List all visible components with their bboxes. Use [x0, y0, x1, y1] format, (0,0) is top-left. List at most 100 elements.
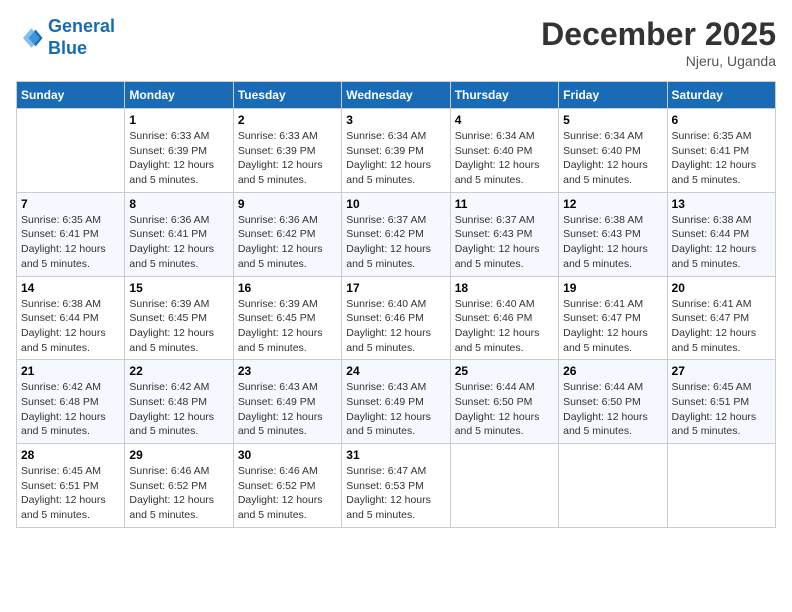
calendar-day-cell: 30Sunrise: 6:46 AMSunset: 6:52 PMDayligh… [233, 444, 341, 528]
calendar-table: SundayMondayTuesdayWednesdayThursdayFrid… [16, 81, 776, 528]
day-info: Sunrise: 6:43 AMSunset: 6:49 PMDaylight:… [238, 380, 337, 439]
day-info: Sunrise: 6:36 AMSunset: 6:41 PMDaylight:… [129, 213, 228, 272]
day-number: 21 [21, 364, 120, 378]
calendar-body: 1 Sunrise: 6:33 AMSunset: 6:39 PMDaylight… [17, 109, 776, 528]
weekday-header-cell: Wednesday [342, 82, 450, 109]
calendar-day-cell: 19Sunrise: 6:41 AMSunset: 6:47 PMDayligh… [559, 276, 667, 360]
weekday-header-cell: Monday [125, 82, 233, 109]
day-info: Sunrise: 6:45 AMSunset: 6:51 PMDaylight:… [672, 380, 771, 439]
calendar-day-cell: 22Sunrise: 6:42 AMSunset: 6:48 PMDayligh… [125, 360, 233, 444]
day-number: 8 [129, 197, 228, 211]
calendar-day-cell: 26Sunrise: 6:44 AMSunset: 6:50 PMDayligh… [559, 360, 667, 444]
day-number: 13 [672, 197, 771, 211]
calendar-day-cell [17, 109, 125, 193]
calendar-day-cell [667, 444, 775, 528]
day-info: Sunrise: 6:45 AMSunset: 6:51 PMDaylight:… [21, 464, 120, 523]
day-info: Sunrise: 6:33 AMSunset: 6:39 PMDaylight:… [238, 129, 337, 188]
day-info: Sunrise: 6:40 AMSunset: 6:46 PMDaylight:… [455, 297, 554, 356]
weekday-header-cell: Tuesday [233, 82, 341, 109]
day-info: Sunrise: 6:43 AMSunset: 6:49 PMDaylight:… [346, 380, 445, 439]
day-number: 5 [563, 113, 662, 127]
day-number: 6 [672, 113, 771, 127]
day-number: 1 [129, 113, 228, 127]
calendar-day-cell: 7 Sunrise: 6:35 AMSunset: 6:41 PMDaylight… [17, 192, 125, 276]
weekday-header-cell: Saturday [667, 82, 775, 109]
calendar-day-cell: 25 Sunrise: 6:44 AMSunset: 6:50 PMDayligh… [450, 360, 558, 444]
calendar-day-cell: 24 Sunrise: 6:43 AMSunset: 6:49 PMDayligh… [342, 360, 450, 444]
day-number: 7 [21, 197, 120, 211]
day-info: Sunrise: 6:38 AMSunset: 6:44 PMDaylight:… [21, 297, 120, 356]
day-number: 15 [129, 281, 228, 295]
calendar-day-cell: 16 Sunrise: 6:39 AMSunset: 6:45 PMDayligh… [233, 276, 341, 360]
title-block: December 2025 Njeru, Uganda [541, 16, 776, 69]
day-number: 2 [238, 113, 337, 127]
calendar-day-cell: 21 Sunrise: 6:42 AMSunset: 6:48 PMDayligh… [17, 360, 125, 444]
day-info: Sunrise: 6:38 AMSunset: 6:44 PMDaylight:… [672, 213, 771, 272]
day-number: 16 [238, 281, 337, 295]
day-info: Sunrise: 6:37 AMSunset: 6:42 PMDaylight:… [346, 213, 445, 272]
day-number: 24 [346, 364, 445, 378]
day-number: 3 [346, 113, 445, 127]
day-info: Sunrise: 6:36 AMSunset: 6:42 PMDaylight:… [238, 213, 337, 272]
calendar-day-cell: 12Sunrise: 6:38 AMSunset: 6:43 PMDayligh… [559, 192, 667, 276]
day-number: 26 [563, 364, 662, 378]
day-info: Sunrise: 6:44 AMSunset: 6:50 PMDaylight:… [455, 380, 554, 439]
day-info: Sunrise: 6:39 AMSunset: 6:45 PMDaylight:… [129, 297, 228, 356]
page-header: General Blue December 2025 Njeru, Uganda [16, 16, 776, 69]
day-number: 4 [455, 113, 554, 127]
calendar-week-row: 7 Sunrise: 6:35 AMSunset: 6:41 PMDaylight… [17, 192, 776, 276]
calendar-day-cell: 17 Sunrise: 6:40 AMSunset: 6:46 PMDayligh… [342, 276, 450, 360]
day-number: 17 [346, 281, 445, 295]
calendar-week-row: 1 Sunrise: 6:33 AMSunset: 6:39 PMDaylight… [17, 109, 776, 193]
day-info: Sunrise: 6:46 AMSunset: 6:52 PMDaylight:… [129, 464, 228, 523]
logo-text: General Blue [48, 16, 115, 59]
weekday-header-row: SundayMondayTuesdayWednesdayThursdayFrid… [17, 82, 776, 109]
calendar-day-cell: 6 Sunrise: 6:35 AMSunset: 6:41 PMDaylight… [667, 109, 775, 193]
day-number: 28 [21, 448, 120, 462]
month-title: December 2025 [541, 16, 776, 53]
calendar-day-cell: 4Sunrise: 6:34 AMSunset: 6:40 PMDaylight… [450, 109, 558, 193]
calendar-day-cell [450, 444, 558, 528]
weekday-header-cell: Friday [559, 82, 667, 109]
calendar-day-cell: 9 Sunrise: 6:36 AMSunset: 6:42 PMDaylight… [233, 192, 341, 276]
weekday-header-cell: Sunday [17, 82, 125, 109]
calendar-day-cell: 29 Sunrise: 6:46 AMSunset: 6:52 PMDayligh… [125, 444, 233, 528]
day-number: 18 [455, 281, 554, 295]
day-number: 9 [238, 197, 337, 211]
day-number: 25 [455, 364, 554, 378]
day-number: 27 [672, 364, 771, 378]
day-info: Sunrise: 6:46 AMSunset: 6:52 PMDaylight:… [238, 464, 337, 523]
day-info: Sunrise: 6:40 AMSunset: 6:46 PMDaylight:… [346, 297, 445, 356]
day-info: Sunrise: 6:35 AMSunset: 6:41 PMDaylight:… [21, 213, 120, 272]
calendar-day-cell: 11Sunrise: 6:37 AMSunset: 6:43 PMDayligh… [450, 192, 558, 276]
calendar-day-cell: 15 Sunrise: 6:39 AMSunset: 6:45 PMDayligh… [125, 276, 233, 360]
day-number: 29 [129, 448, 228, 462]
logo: General Blue [16, 16, 115, 59]
day-number: 20 [672, 281, 771, 295]
day-info: Sunrise: 6:34 AMSunset: 6:40 PMDaylight:… [563, 129, 662, 188]
day-info: Sunrise: 6:37 AMSunset: 6:43 PMDaylight:… [455, 213, 554, 272]
day-number: 14 [21, 281, 120, 295]
calendar-day-cell: 5 Sunrise: 6:34 AMSunset: 6:40 PMDaylight… [559, 109, 667, 193]
day-info: Sunrise: 6:33 AMSunset: 6:39 PMDaylight:… [129, 129, 228, 188]
day-info: Sunrise: 6:42 AMSunset: 6:48 PMDaylight:… [129, 380, 228, 439]
calendar-day-cell: 23 Sunrise: 6:43 AMSunset: 6:49 PMDayligh… [233, 360, 341, 444]
calendar-day-cell: 31Sunrise: 6:47 AMSunset: 6:53 PMDayligh… [342, 444, 450, 528]
logo-line1: General [48, 16, 115, 36]
day-info: Sunrise: 6:35 AMSunset: 6:41 PMDaylight:… [672, 129, 771, 188]
day-info: Sunrise: 6:41 AMSunset: 6:47 PMDaylight:… [672, 297, 771, 356]
day-number: 23 [238, 364, 337, 378]
day-number: 10 [346, 197, 445, 211]
calendar-day-cell [559, 444, 667, 528]
calendar-day-cell: 20 Sunrise: 6:41 AMSunset: 6:47 PMDayligh… [667, 276, 775, 360]
calendar-week-row: 28 Sunrise: 6:45 AMSunset: 6:51 PMDayligh… [17, 444, 776, 528]
day-number: 19 [563, 281, 662, 295]
calendar-day-cell: 3Sunrise: 6:34 AMSunset: 6:39 PMDaylight… [342, 109, 450, 193]
calendar-day-cell: 8 Sunrise: 6:36 AMSunset: 6:41 PMDaylight… [125, 192, 233, 276]
calendar-day-cell: 27 Sunrise: 6:45 AMSunset: 6:51 PMDayligh… [667, 360, 775, 444]
calendar-week-row: 21 Sunrise: 6:42 AMSunset: 6:48 PMDayligh… [17, 360, 776, 444]
day-info: Sunrise: 6:42 AMSunset: 6:48 PMDaylight:… [21, 380, 120, 439]
calendar-day-cell: 14 Sunrise: 6:38 AMSunset: 6:44 PMDayligh… [17, 276, 125, 360]
calendar-day-cell: 1 Sunrise: 6:33 AMSunset: 6:39 PMDaylight… [125, 109, 233, 193]
day-info: Sunrise: 6:39 AMSunset: 6:45 PMDaylight:… [238, 297, 337, 356]
